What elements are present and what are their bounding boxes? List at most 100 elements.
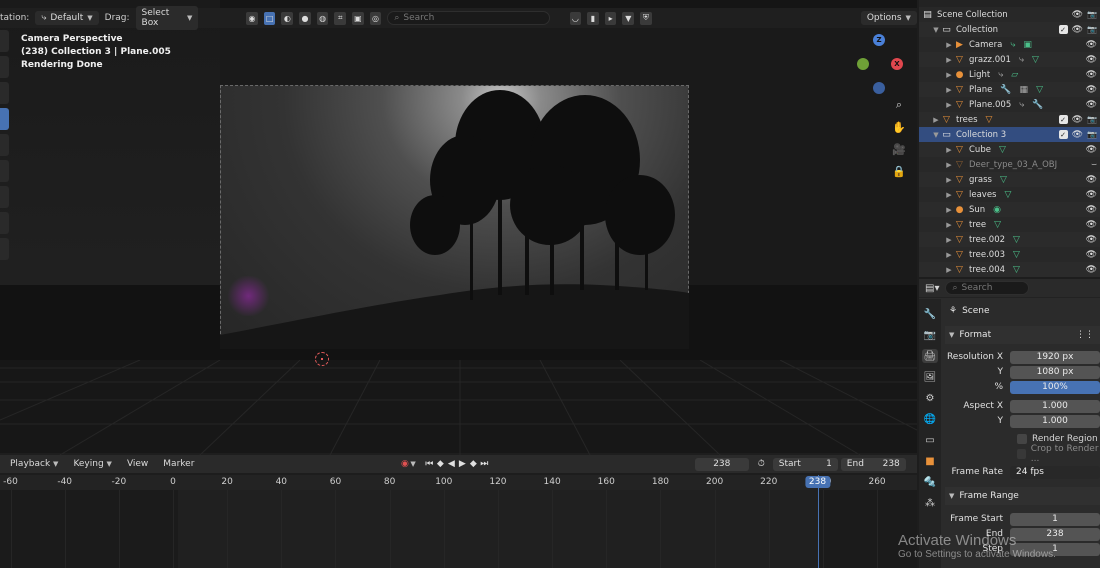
tool-tab-icon[interactable]: 🔧 [922,307,938,321]
expand-down-icon[interactable]: ▼ [931,26,941,34]
expand-right-icon[interactable]: ▶ [944,86,954,94]
render-camera-icon[interactable]: 📷 [1087,130,1097,139]
eye-icon[interactable]: 👁 [1086,145,1097,155]
expand-right-icon[interactable]: ▶ [944,161,954,169]
prev-keyframe-icon[interactable]: ◆ [435,459,446,469]
chevron-down-icon[interactable]: ▼ [410,460,415,468]
outliner-row-plane-005[interactable]: ▶ ▽ Plane.005 ⤷ 🔧 👁 [919,97,1100,112]
outliner-row-sun[interactable]: ▶ ● Sun ◉ 👁 [919,202,1100,217]
eye-icon[interactable]: 👁 [1086,265,1097,275]
aspect-x-field[interactable]: 1.000 [1010,399,1100,413]
search-input[interactable] [403,13,544,23]
record-icon[interactable]: ◉ [399,459,410,469]
outliner-row-collection-3[interactable]: ▼ ▭ Collection 3 ✓ 👁 📷 [919,127,1100,142]
jump-end-icon[interactable]: ⏭ [479,459,490,469]
expand-down-icon[interactable]: ▼ [931,131,941,139]
frame-ruler[interactable]: -60 -40 -20 0 20 40 60 80 100 120 140 160 180 200 220 2… [0,475,917,490]
outliner-row-tree-003[interactable]: ▶ ▽ tree.003 ▽ 👁 [919,247,1100,262]
graph-icon[interactable]: ⌗ [334,11,347,25]
expand-right-icon[interactable]: ▶ [944,146,954,154]
current-frame-field[interactable]: 238 [694,457,749,471]
shield-icon[interactable]: ⛨ [640,11,652,25]
timeline-editor[interactable]: Playback ▼ Keying ▼ View Marker ◉ ▼ ⏮ ◆ … [0,455,917,568]
modifier-tab-icon[interactable]: 🔩 [922,475,938,489]
outliner-row-grass[interactable]: ▶ ▽ grass ▽ 👁 [919,172,1100,187]
scene-tab-icon[interactable]: ⚙ [922,391,938,405]
include-checkbox[interactable]: ✓ [1058,130,1068,139]
eye-icon[interactable]: 👁 [1086,40,1097,50]
eye-icon[interactable]: 👁 [1072,10,1083,20]
eye-icon[interactable]: 👁 [1086,235,1097,245]
options-dropdown[interactable]: Options ▼ [860,11,917,25]
object-tab-icon[interactable]: ■ [922,454,938,468]
expand-right-icon[interactable]: ▶ [944,206,954,214]
outliner-row-tree[interactable]: ▶ ▽ tree ▽ 👁 [919,217,1100,232]
collection-tab-icon[interactable]: ▭ [922,433,938,447]
frame-rate-dropdown[interactable]: 24 fps [1010,465,1100,479]
expand-right-icon[interactable]: ▶ [944,101,954,109]
playhead-frame-tag[interactable]: 238 [804,476,831,488]
resolution-x-field[interactable]: 1920 px [1010,350,1100,364]
format-section-header[interactable]: ▼ Format ⋮⋮ [945,326,1100,344]
outliner-row-scene-collection[interactable]: ▤ Scene Collection 👁 📷 [919,7,1100,22]
bookmark-icon[interactable]: ▮ [587,11,599,25]
expand-right-icon[interactable]: ▶ [944,221,954,229]
y-axis-handle[interactable] [857,58,869,70]
expand-right-icon[interactable]: ▶ [944,251,954,259]
include-checkbox[interactable]: ✓ [1058,115,1068,124]
expand-right-icon[interactable]: ▶ [944,71,954,79]
tool-scale[interactable] [0,134,9,156]
crop-to-render-row[interactable]: Crop to Render ... [945,444,1100,464]
neg-z-axis-handle[interactable] [873,82,885,94]
eye-icon[interactable]: 👁 [1086,190,1097,200]
overlay-icon[interactable]: ◡ [569,11,582,25]
outliner-row-grazz-001[interactable]: ▶ ▽ grazz.001 ⤷ ▽ 👁 [919,52,1100,67]
playback-menu[interactable]: Playback ▼ [0,459,63,469]
next-keyframe-icon[interactable]: ◆ [468,459,479,469]
outliner-row-trees[interactable]: ▶ ▽ trees ▽ ✓ 👁 📷 [919,112,1100,127]
globe-icon[interactable]: ◍ [316,11,329,25]
expand-right-icon[interactable]: ▶ [944,236,954,244]
z-axis-handle[interactable]: Z [873,34,885,46]
select-mode-icon[interactable]: □ [263,11,276,25]
3d-viewport[interactable]: tation: ⤷ Default ▼ Drag: Select Box ▼ ◉… [0,0,917,455]
eye-icon[interactable]: 👁 [1086,55,1097,65]
eye-icon[interactable]: 👁 [1086,70,1097,80]
eye-icon[interactable]: 👁 [1072,130,1083,140]
expand-right-icon[interactable]: ▶ [944,56,954,64]
eye-icon[interactable]: 👁 [1086,220,1097,230]
expand-right-icon[interactable]: ▶ [931,116,941,124]
outliner-row-deer-type-03-a-obj[interactable]: ▶ ▽ Deer_type_03_A_OBJ ⌣ [919,157,1100,172]
output-tab-icon[interactable]: 🖨 [922,349,938,363]
expand-right-icon[interactable]: ▶ [944,191,954,199]
crop-checkbox[interactable] [1017,449,1026,459]
outliner-row-plane[interactable]: ▶ ▽ Plane 🔧 ▦ ▽ 👁 [919,82,1100,97]
properties-search[interactable]: ⌕ [945,281,1030,295]
render-tab-icon[interactable]: 📷 [922,328,938,342]
expand-right-icon[interactable]: ▶ [944,266,954,274]
frame-range-section-header[interactable]: ▼ Frame Range [945,487,1100,505]
outliner-row-tree-002[interactable]: ▶ ▽ tree.002 ▽ 👁 [919,232,1100,247]
timeline-track-area[interactable] [0,490,917,568]
eye-icon[interactable]: 👁 [1086,250,1097,260]
shading-icon[interactable]: ◐ [281,11,294,25]
tool-rotate[interactable] [0,108,9,130]
render-camera-icon[interactable]: 📷 [1087,25,1097,34]
outliner-panel[interactable]: ▤ Scene Collection 👁 📷 ▼ ▭ Collection ✓ 👁 📷 ▶ ▶ Came… [919,0,1100,277]
editor-type-icon[interactable]: ▤▾ [925,283,939,294]
viewport-search[interactable]: ⌕ [387,11,551,25]
expand-right-icon[interactable]: ▶ [944,176,954,184]
orientation-dropdown[interactable]: ⤷ Default ▼ [35,11,99,25]
eye-closed-icon[interactable]: ⌣ [1091,160,1097,170]
keying-menu[interactable]: Keying ▼ [63,459,117,469]
view-layer-tab-icon[interactable]: 🖼 [922,370,938,384]
3d-cursor[interactable] [315,352,329,366]
tool-transform[interactable] [0,160,9,182]
particles-tab-icon[interactable]: ⁂ [922,496,938,510]
lock-icon[interactable]: 🔒 [892,164,906,178]
stopwatch-icon[interactable]: ⏱ [756,459,767,469]
frame-start-field[interactable]: 1 [1010,512,1100,526]
outliner-row-light[interactable]: ▶ ● Light ⤷ ▱ 👁 [919,67,1100,82]
eye-icon[interactable]: 👁 [1086,205,1097,215]
end-frame-field[interactable]: End 238 [840,457,906,471]
